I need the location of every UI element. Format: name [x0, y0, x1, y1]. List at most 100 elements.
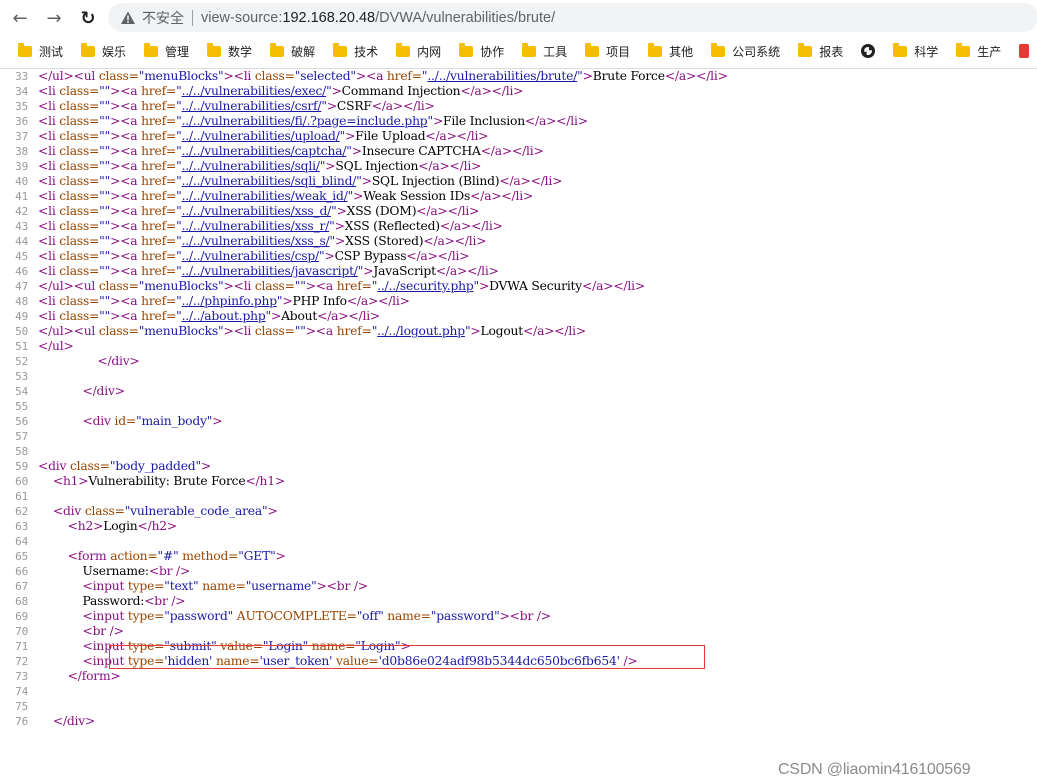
link-token[interactable]: ../../vulnerabilities/exec/	[182, 84, 327, 98]
tag-token: >	[582, 69, 593, 83]
line-code: <div class="body_padded">	[38, 459, 211, 474]
line-number: 43	[15, 220, 28, 233]
link-token[interactable]: ../../security.php	[377, 279, 474, 293]
attr-token: class=	[254, 69, 295, 83]
back-button[interactable]: ←	[8, 6, 32, 30]
attr-token: href=	[141, 309, 177, 323]
link-token[interactable]: ../../vulnerabilities/captcha/	[182, 144, 347, 158]
folder-icon	[333, 42, 348, 57]
line-number: 45	[15, 250, 28, 263]
link-token[interactable]: ../../vulnerabilities/xss_s/	[182, 234, 330, 248]
link-token[interactable]: ../../about.php	[182, 309, 266, 323]
tag-token: >	[282, 294, 293, 308]
line-code: <li class=""><a href="../../vulnerabilit…	[38, 234, 487, 249]
line-code: <li class=""><a href="../../vulnerabilit…	[38, 204, 479, 219]
link-token[interactable]: ../../vulnerabilities/fi/.?page=include.…	[182, 114, 428, 128]
line-number: 54	[15, 385, 28, 398]
tag-token: >	[324, 249, 335, 263]
line-number: 65	[15, 550, 28, 563]
tag-token: >	[363, 264, 374, 278]
link-token[interactable]: ../../vulnerabilities/csp/	[182, 249, 320, 263]
tag-token: </h2>	[137, 519, 178, 533]
line-number: 41	[15, 190, 28, 203]
line-number: 74	[15, 685, 28, 698]
line-number: 49	[15, 310, 28, 323]
line-number: 63	[15, 520, 28, 533]
tag-token: <li	[38, 84, 60, 98]
link-token[interactable]: ../../vulnerabilities/xss_r/	[182, 219, 330, 233]
attr-token: class=	[98, 324, 139, 338]
tag-token: <h1>	[52, 474, 89, 488]
bookmark-item[interactable]: 破解	[270, 42, 315, 60]
reload-button[interactable]: ↻	[76, 6, 100, 30]
link-token[interactable]: ../../vulnerabilities/csrf/	[182, 99, 322, 113]
bookmark-item[interactable]	[1019, 44, 1030, 58]
text-token: Vulnerability: Brute Force	[88, 474, 246, 488]
link-token[interactable]: ../../logout.php	[377, 324, 465, 338]
tag-token: >	[361, 174, 372, 188]
source-line: 55	[0, 399, 1037, 414]
tag-token: </a></li>	[425, 129, 489, 143]
security-status-label[interactable]: 不安全	[142, 8, 184, 28]
bookmark-item[interactable]: 内网	[396, 42, 441, 60]
bookmark-item[interactable]: 管理	[144, 42, 189, 60]
link-token[interactable]: ../../vulnerabilities/brute/	[427, 69, 577, 83]
folder-icon	[522, 42, 537, 57]
bookmark-item[interactable]: 科学	[893, 42, 938, 60]
attr-token: href=	[336, 279, 372, 293]
link-token[interactable]: ../../vulnerabilities/xss_d/	[182, 204, 332, 218]
bookmark-item[interactable]: 项目	[585, 42, 630, 60]
bookmark-item[interactable]: 技术	[333, 42, 378, 60]
tag-token: >	[351, 144, 362, 158]
source-line: 60 <h1>Vulnerability: Brute Force</h1>	[0, 474, 1037, 489]
bookmark-item[interactable]: 公司系统	[711, 42, 780, 60]
source-line: 67 <input type="text" name="username"><b…	[0, 579, 1037, 594]
address-bar[interactable]: 不安全 view-source:192.168.20.48/DVWA/vulne…	[108, 3, 1037, 32]
link-token[interactable]: ../../vulnerabilities/javascript/	[182, 264, 358, 278]
text-token: File Upload	[355, 129, 426, 143]
bookmark-item[interactable]: 测试	[18, 42, 63, 60]
bookmark-item[interactable]: 娱乐	[81, 42, 126, 60]
tag-token: </ul><ul	[38, 279, 99, 293]
line-code: <li class=""><a href="../../vulnerabilit…	[38, 159, 481, 174]
bookmark-item[interactable]: 生产	[956, 42, 1001, 60]
bookmark-item[interactable]: 其他	[648, 42, 693, 60]
line-code: <li class=""><a href="../../phpinfo.php"…	[38, 294, 410, 309]
bookmark-item[interactable]: 报表	[798, 42, 843, 60]
bookmark-item[interactable]: 数学	[207, 42, 253, 60]
link-token[interactable]: ../../vulnerabilities/sqli_blind/	[182, 174, 357, 188]
tag-token: ><a	[110, 294, 142, 308]
line-code: <li class=""><a href="../../vulnerabilit…	[38, 219, 503, 234]
forward-arrow-icon: →	[46, 7, 62, 29]
tag-token: <li	[38, 249, 60, 263]
warning-icon[interactable]	[120, 10, 136, 26]
bookmark-item[interactable]	[861, 44, 876, 58]
bookmark-item[interactable]: 协作	[459, 42, 504, 60]
link-token[interactable]: ../../vulnerabilities/sqli/	[182, 159, 320, 173]
attr-token: class=	[59, 264, 100, 278]
source-line: 74	[0, 684, 1037, 699]
line-number: 75	[15, 700, 28, 713]
tag-token: </a></li>	[423, 234, 487, 248]
forward-button[interactable]: →	[42, 6, 66, 30]
bookmark-item[interactable]: 工具	[522, 42, 567, 60]
tag-token: ><li	[223, 324, 255, 338]
link-token[interactable]: ../../vulnerabilities/upload/	[182, 129, 340, 143]
value-token: "menuBlocks"	[138, 69, 224, 83]
bookmark-label: 数学	[228, 44, 253, 59]
source-line: 34 <li class=""><a href="../../vulnerabil…	[0, 84, 1037, 99]
attr-token: method=	[178, 549, 239, 563]
tag-token: <br />	[144, 594, 186, 608]
value-token: ""	[99, 264, 111, 278]
tag-token: ><li	[223, 69, 255, 83]
url-text[interactable]: view-source:192.168.20.48/DVWA/vulnerabi…	[201, 10, 555, 26]
line-code: <br />	[38, 624, 124, 639]
attr-token: href=	[141, 264, 177, 278]
source-line: 35 <li class=""><a href="../../vulnerabil…	[0, 99, 1037, 114]
tag-token: <li	[38, 174, 60, 188]
link-token[interactable]: ../../phpinfo.php	[182, 294, 278, 308]
tag-token: ><br />	[316, 579, 369, 593]
attr-token: class=	[59, 204, 100, 218]
text-token: Command Injection	[341, 84, 461, 98]
link-token[interactable]: ../../vulnerabilities/weak_id/	[182, 189, 348, 203]
